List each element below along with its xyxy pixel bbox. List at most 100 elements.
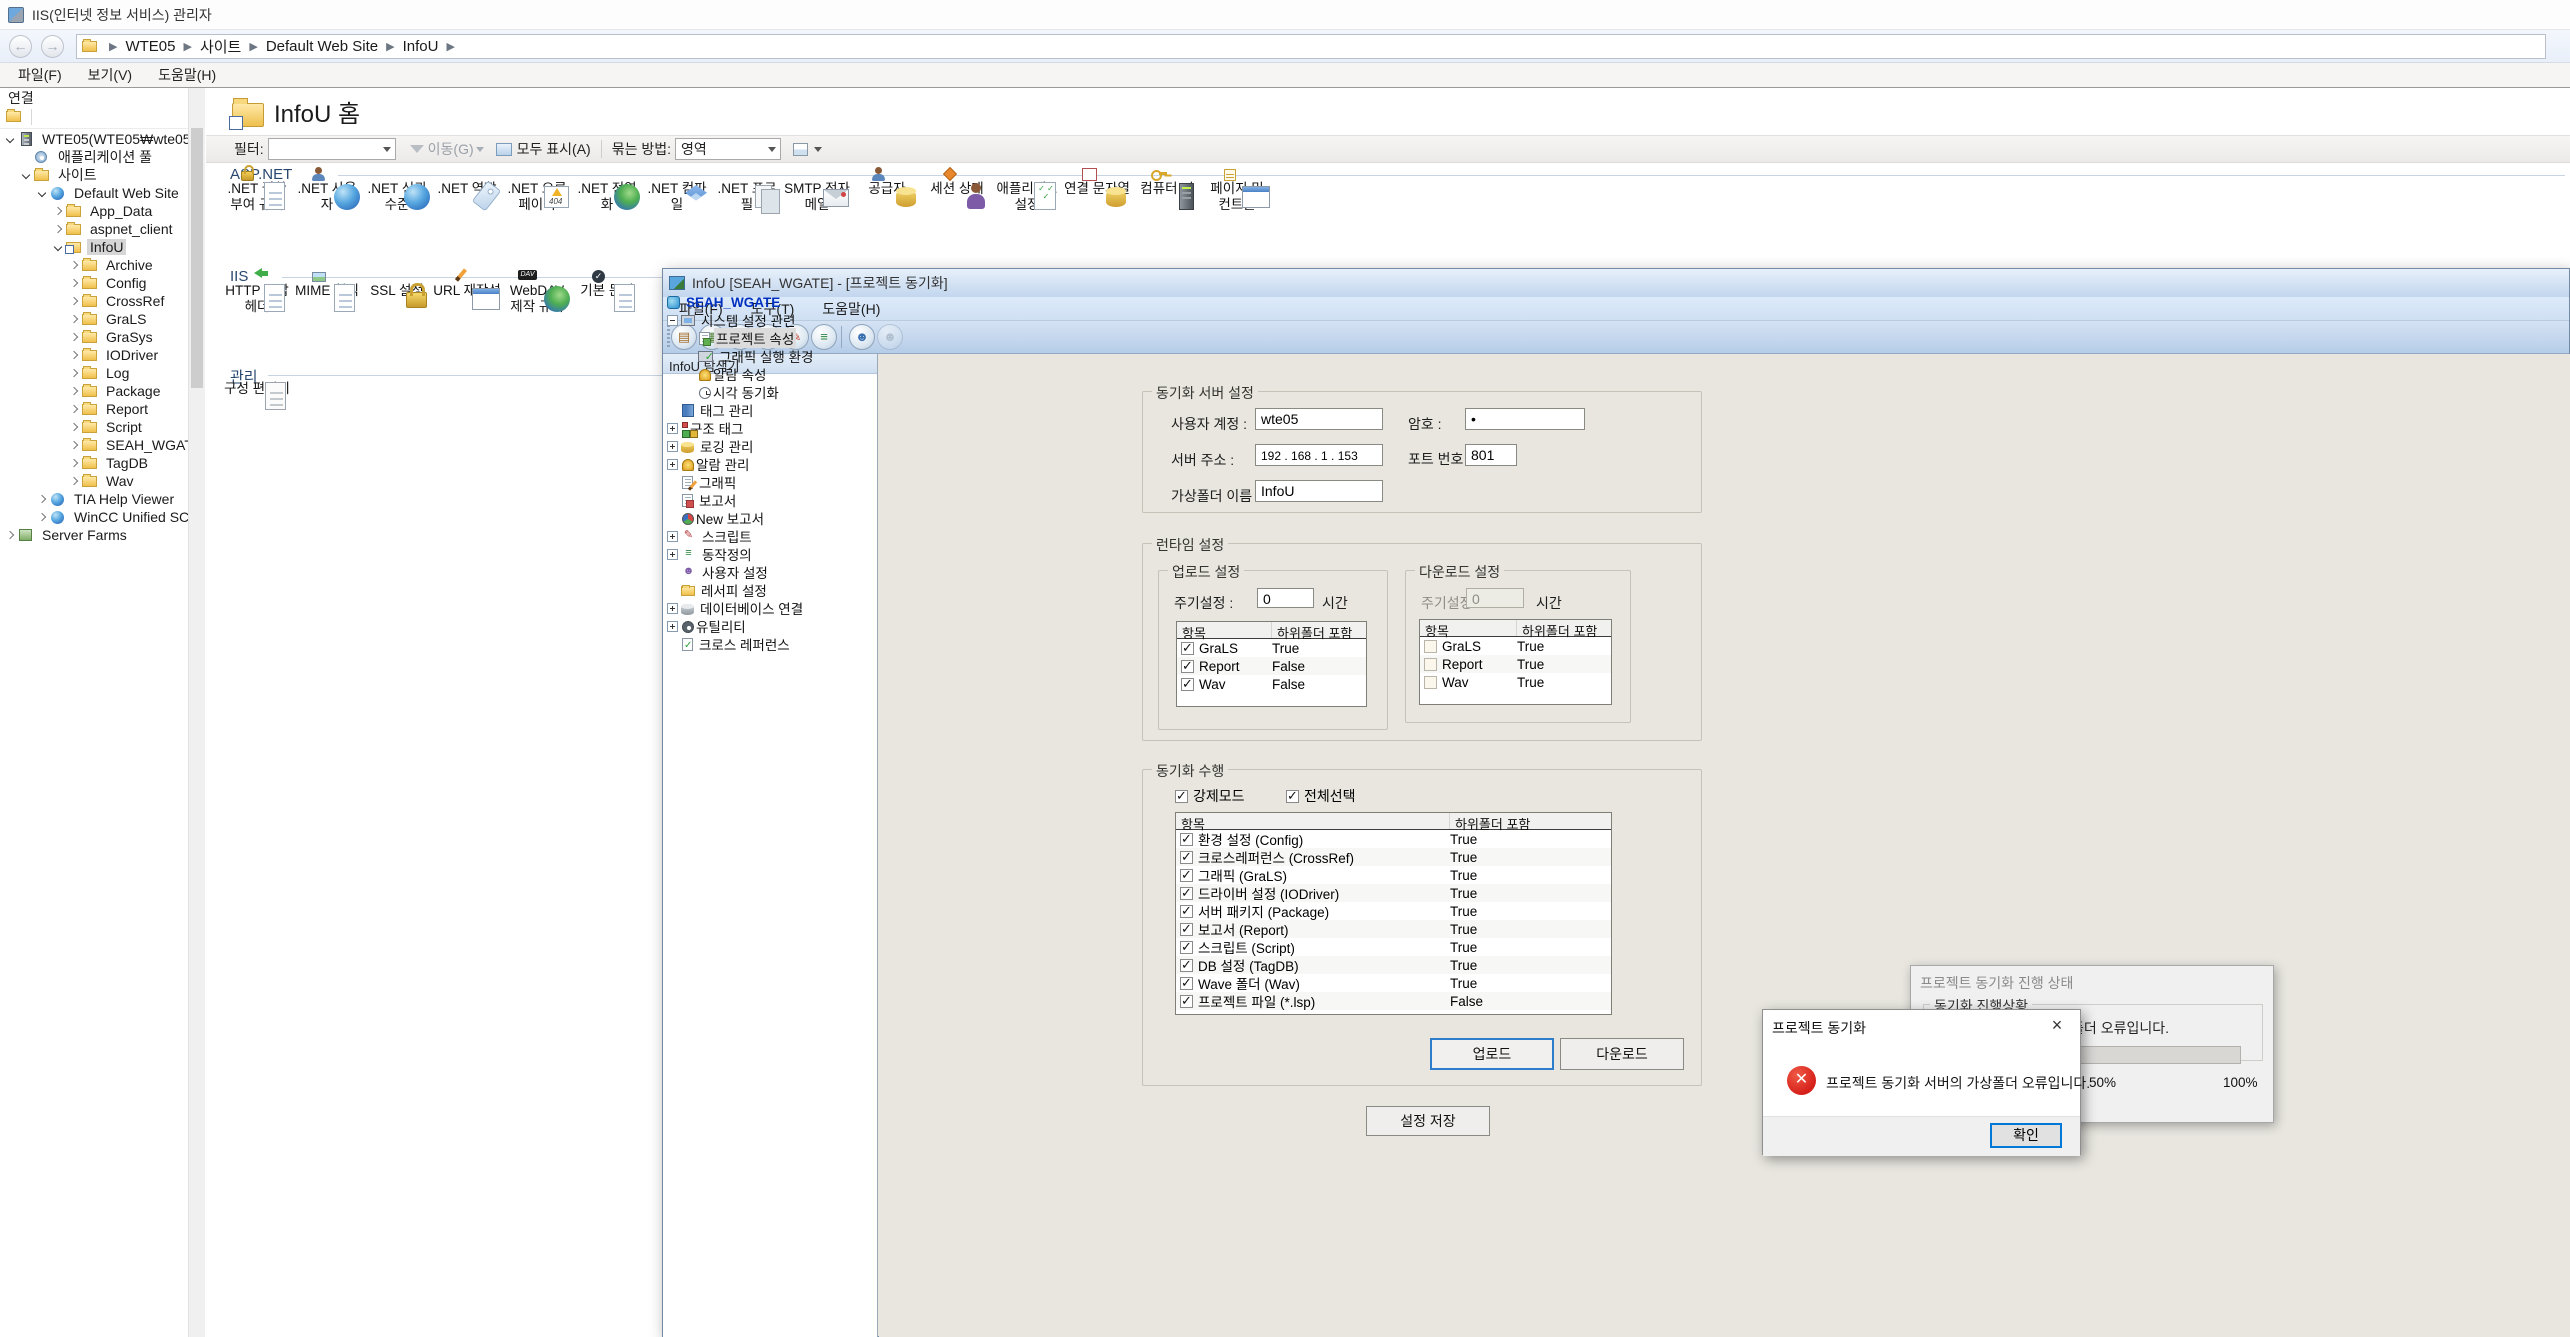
password-field[interactable]: • — [1465, 408, 1585, 430]
tree-item[interactable]: WTE05(WTE05₩wte05) — [0, 130, 188, 148]
feature-mime-types[interactable]: MIME 형식 — [292, 283, 362, 299]
filter-input[interactable] — [268, 138, 396, 160]
explorer-item[interactable]: New 보고서 — [665, 509, 875, 527]
feature-dotnet-profile[interactable]: .NET 프로필 — [712, 181, 782, 213]
table-row[interactable]: ReportTrue — [1420, 655, 1611, 673]
feature-application-settings[interactable]: 애플리케... 설정 — [992, 181, 1062, 213]
explorer-item[interactable]: 구조 태그 — [665, 419, 875, 437]
expand-icon[interactable] — [70, 369, 78, 377]
tree-item[interactable]: TIA Help Viewer — [0, 490, 188, 508]
group-by-select[interactable]: 영역 — [675, 138, 781, 160]
checkbox-icon[interactable] — [1180, 959, 1193, 972]
breadcrumb-item[interactable]: WTE05 — [125, 38, 175, 55]
table-row[interactable]: 보고서 (Report)True — [1176, 920, 1611, 938]
feature-connection-strings[interactable]: 연결 문자열 — [1062, 181, 1132, 197]
go-label[interactable]: 이동(G) — [428, 139, 474, 159]
expand-icon[interactable] — [70, 459, 78, 467]
explorer-item[interactable]: 유틸리티 — [665, 617, 875, 635]
feature-http-response-headers[interactable]: HTTP 응답 헤더 — [222, 283, 292, 315]
tree-item[interactable]: App_Data — [0, 202, 188, 220]
infou-titlebar[interactable]: InfoU [SEAH_WGATE] - [프로젝트 동기화] — [663, 269, 2569, 297]
save-connection-icon[interactable] — [6, 111, 21, 122]
table-row[interactable]: 크로스레퍼런스 (CrossRef)True — [1176, 848, 1611, 866]
tree-item[interactable]: Package — [0, 382, 188, 400]
checkbox-icon[interactable] — [1180, 869, 1193, 882]
expand-icon[interactable] — [667, 531, 678, 542]
feature-dotnet-error-pages[interactable]: .NET 오류 페이지 — [502, 181, 572, 213]
upload-button[interactable]: 업로드 — [1430, 1038, 1554, 1070]
ok-button[interactable]: 확인 — [1991, 1124, 2061, 1147]
virtual-folder-field[interactable]: InfoU — [1255, 480, 1383, 502]
explorer-item[interactable]: ≡동작정의 — [665, 545, 875, 563]
forward-icon[interactable]: → — [41, 35, 64, 58]
tree-item[interactable]: aspnet_client — [0, 220, 188, 238]
tree-item[interactable]: Default Web Site — [0, 184, 188, 202]
explorer-item[interactable]: ☻사용자 설정 — [665, 563, 875, 581]
explorer-item[interactable]: 그래픽 — [665, 473, 875, 491]
table-row[interactable]: 그래픽 (GraLS)True — [1176, 866, 1611, 884]
column-header[interactable]: 항목 — [1177, 622, 1272, 638]
expand-icon[interactable] — [38, 495, 46, 503]
feature-machine-key[interactable]: 컴퓨터 키 — [1132, 181, 1202, 197]
explorer-item[interactable]: 태그 관리 — [665, 401, 875, 419]
connections-scrollbar[interactable] — [188, 88, 205, 1337]
scrollbar-thumb[interactable] — [191, 128, 203, 388]
collapse-icon[interactable] — [667, 315, 678, 326]
save-settings-button[interactable]: 설정 저장 — [1366, 1106, 1490, 1136]
feature-smtp-email[interactable]: SMTP 전자 메일 — [782, 181, 852, 213]
table-row[interactable]: Wave 폴더 (Wav)True — [1176, 974, 1611, 992]
menu-item[interactable]: 파일(F) — [18, 65, 62, 85]
collapse-icon[interactable] — [54, 243, 62, 251]
tree-item[interactable]: GraSys — [0, 328, 188, 346]
user-account-field[interactable]: wte05 — [1255, 408, 1383, 430]
force-mode-checkbox[interactable]: 강제모드 — [1175, 786, 1245, 806]
breadcrumb-item[interactable]: InfoU — [403, 38, 439, 55]
table-row[interactable]: 환경 설정 (Config)True — [1176, 830, 1611, 848]
expand-icon[interactable] — [70, 261, 78, 269]
download-button[interactable]: 다운로드 — [1560, 1038, 1684, 1070]
column-header[interactable]: 하위폴더 포함 — [1450, 813, 1530, 829]
table-row[interactable]: DB 설정 (TagDB)True — [1176, 956, 1611, 974]
table-row[interactable]: 프로젝트 파일 (*.lsp)False — [1176, 992, 1611, 1010]
expand-icon[interactable] — [667, 621, 678, 632]
tree-item[interactable]: TagDB — [0, 454, 188, 472]
expand-icon[interactable] — [70, 315, 78, 323]
table-row[interactable]: 서버 패키지 (Package)True — [1176, 902, 1611, 920]
tree-item[interactable]: Script — [0, 418, 188, 436]
tree-item[interactable]: IODriver — [0, 346, 188, 364]
tree-item[interactable]: Log — [0, 364, 188, 382]
checkbox-icon[interactable] — [1424, 640, 1437, 653]
tree-item[interactable]: 사이트 — [0, 166, 188, 184]
feature-dotnet-compilation[interactable]: .NET 컴파일 — [642, 181, 712, 213]
menu-item[interactable]: 보기(V) — [88, 65, 132, 85]
tree-item[interactable]: WinCC Unified SCADA — [0, 508, 188, 526]
explorer-item[interactable]: 레서피 설정 — [665, 581, 875, 599]
tree-item[interactable]: Server Farms — [0, 526, 188, 544]
view-mode-icon[interactable] — [793, 143, 808, 156]
expand-icon[interactable] — [70, 441, 78, 449]
explorer-item[interactable]: 알람 관리 — [665, 455, 875, 473]
tree-item[interactable]: Wav — [0, 472, 188, 490]
explorer-item[interactable]: ✎스크립트 — [665, 527, 875, 545]
menu-item[interactable]: 도움말(H) — [158, 65, 216, 85]
column-header[interactable]: 하위폴더 포함 — [1272, 622, 1352, 638]
explorer-item[interactable]: 로깅 관리 — [665, 437, 875, 455]
checkbox-icon[interactable] — [1180, 887, 1193, 900]
expand-icon[interactable] — [70, 387, 78, 395]
upload-cycle-field[interactable]: 0 — [1257, 588, 1314, 608]
table-row[interactable]: 드라이버 설정 (IODriver)True — [1176, 884, 1611, 902]
explorer-item[interactable]: 프로젝트 속성 — [665, 329, 875, 347]
collapse-icon[interactable] — [22, 171, 30, 179]
tree-item[interactable]: GraLS — [0, 310, 188, 328]
expand-icon[interactable] — [667, 603, 678, 614]
feature-dotnet-users[interactable]: .NET 사용자 — [292, 181, 362, 213]
explorer-item[interactable]: 알람 속성 — [665, 365, 875, 383]
checkbox-icon[interactable] — [1180, 941, 1193, 954]
feature-url-rewrite[interactable]: URL 재작성 — [432, 283, 502, 299]
expand-icon[interactable] — [70, 333, 78, 341]
checkbox-icon[interactable] — [1180, 833, 1193, 846]
breadcrumb-item[interactable]: Default Web Site — [266, 38, 378, 55]
checkbox-icon[interactable] — [1424, 676, 1437, 689]
explorer-item[interactable]: 보고서 — [665, 491, 875, 509]
expand-icon[interactable] — [70, 477, 78, 485]
